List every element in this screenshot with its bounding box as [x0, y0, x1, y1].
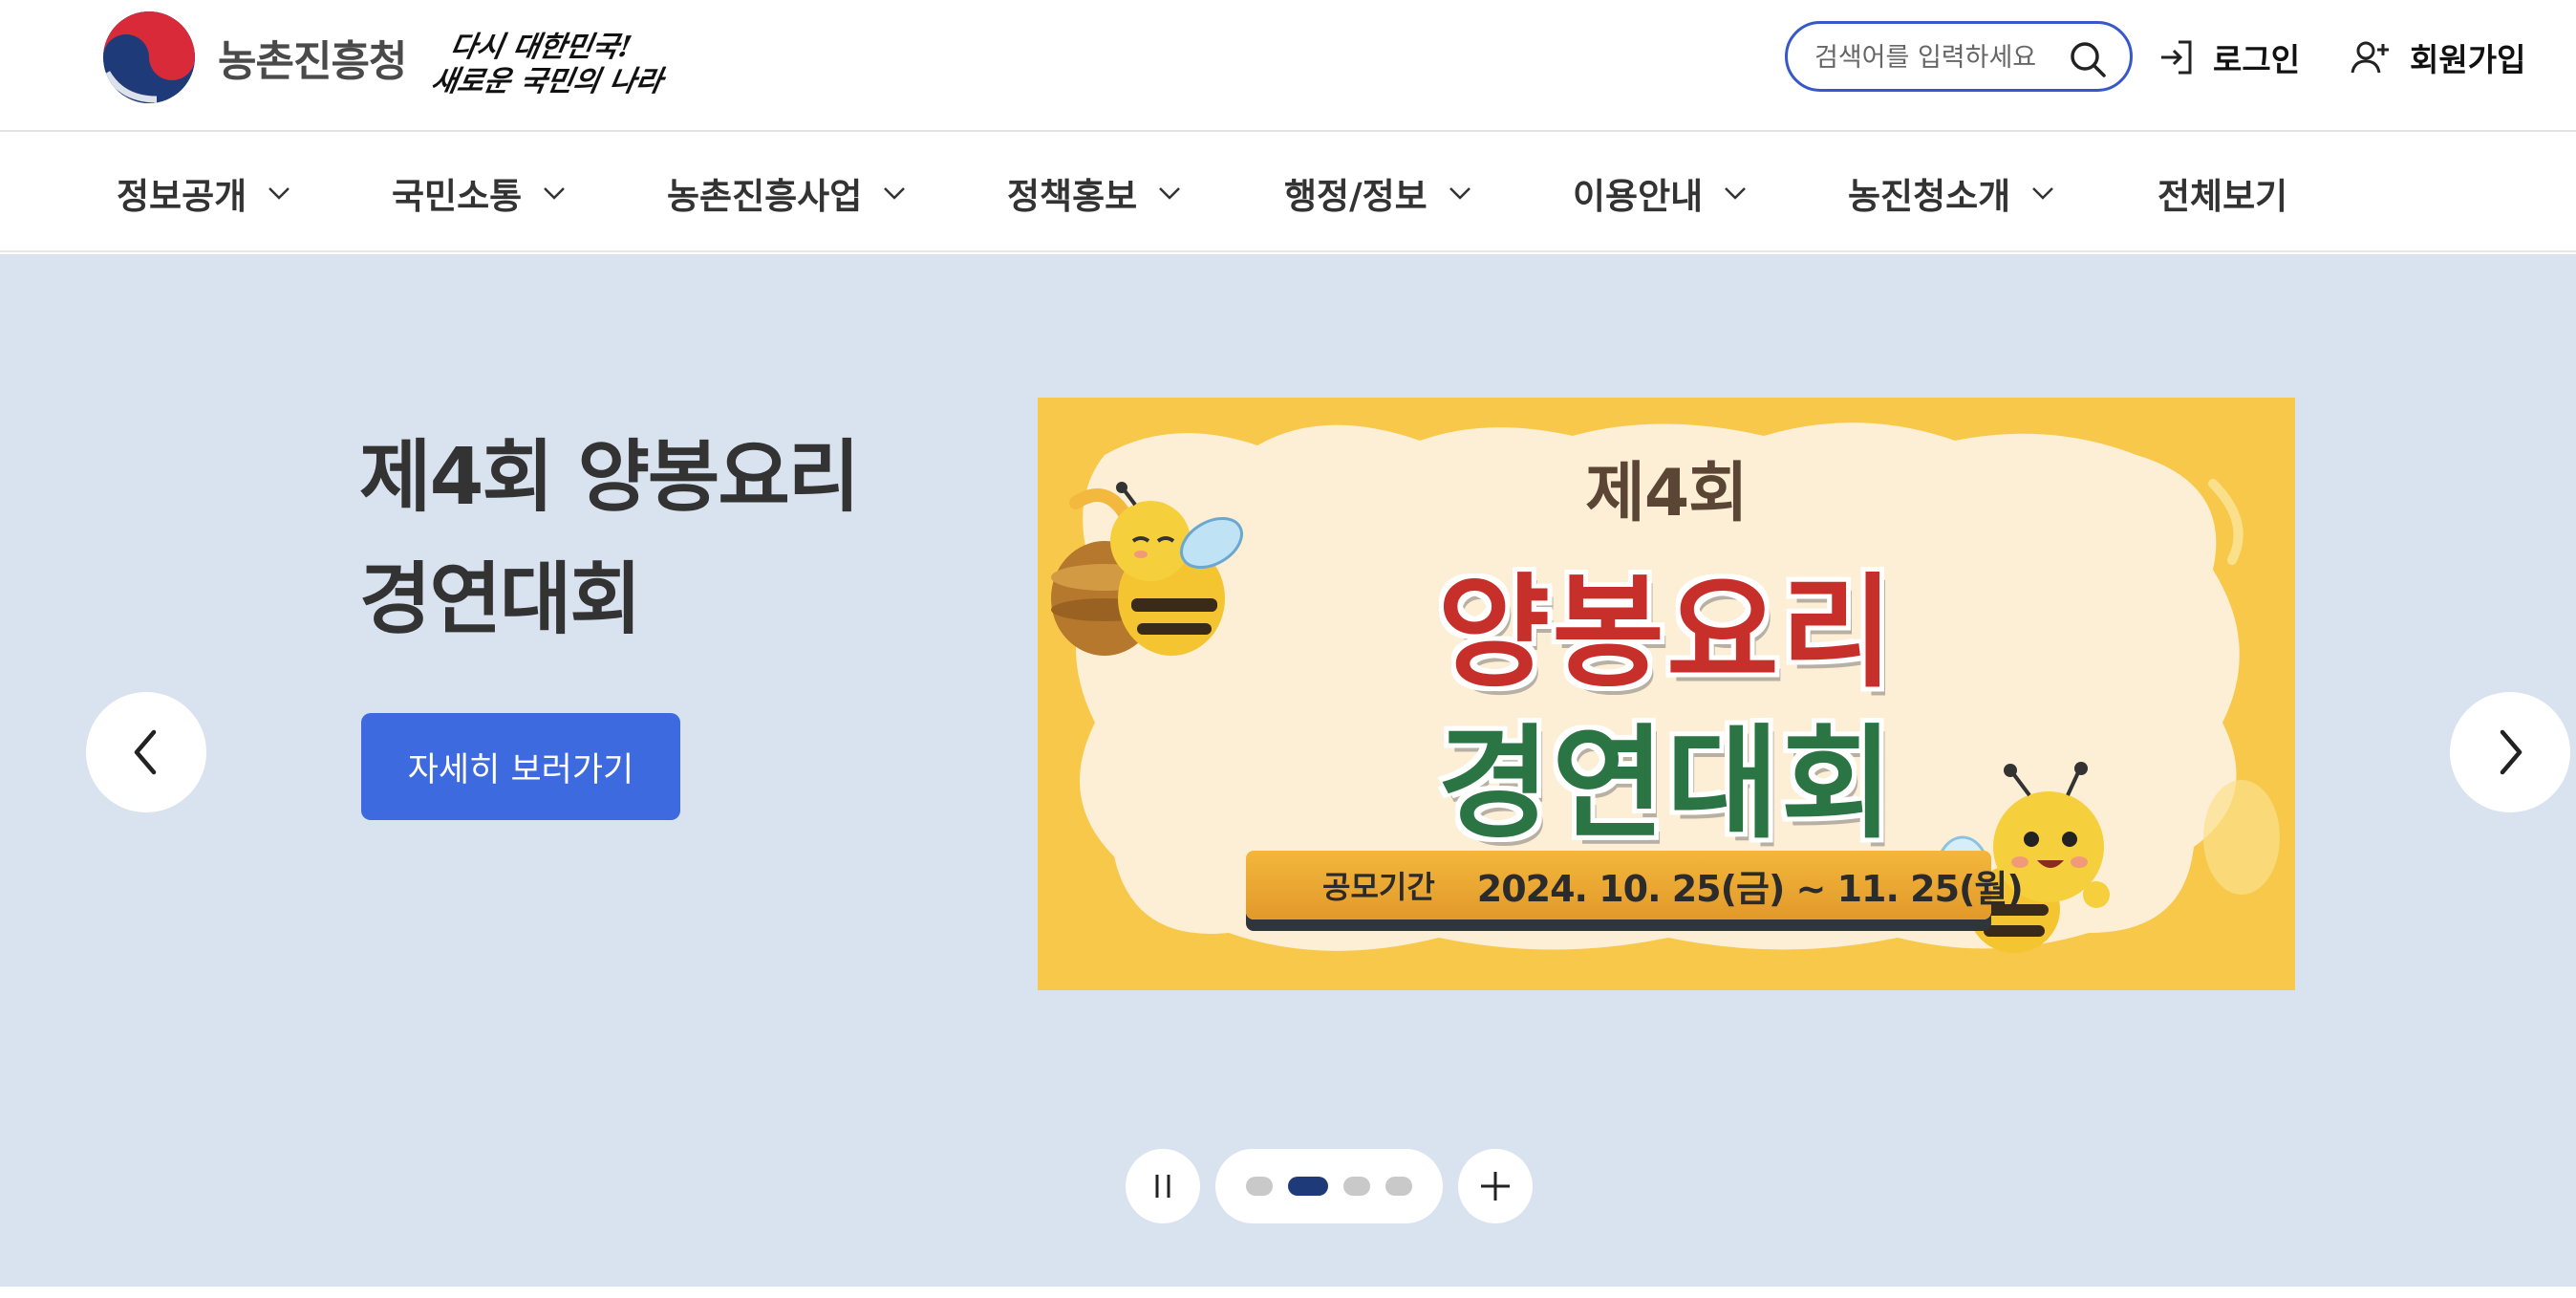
- detail-button[interactable]: 자세히 보러가기: [361, 713, 680, 820]
- slogan-line-2: 새로운 국민의 나라: [428, 65, 666, 98]
- nav-item-rda-projects[interactable]: 농촌진흥사업: [667, 168, 906, 218]
- chevron-down-icon: [544, 187, 566, 200]
- nav-item-communication[interactable]: 국민소통: [392, 168, 566, 218]
- event-banner-image[interactable]: 제4회 양봉요리 경연대회 공모기간 2024. 10. 25(금) ~ 11.…: [1038, 398, 2295, 990]
- nav-item-label: 행정/정보: [1284, 176, 1428, 217]
- next-slide-button[interactable]: [2450, 692, 2570, 812]
- chevron-down-icon: [1159, 187, 1181, 200]
- nav-item-label: 농진청소개: [1848, 176, 2011, 217]
- banner-round: 제4회: [1585, 456, 1748, 531]
- period-label: 공모기간: [1322, 869, 1435, 905]
- chevron-down-icon: [2032, 187, 2054, 200]
- slogan: 다시 대한민국! 새로운 국민의 나라: [428, 15, 665, 101]
- nav-item-label: 이용안내: [1573, 176, 1704, 217]
- nav-item-policy-pr[interactable]: 정책홍보: [1007, 168, 1181, 218]
- slide-dot-3[interactable]: [1343, 1177, 1370, 1196]
- chevron-down-icon: [268, 187, 290, 200]
- slide-dot-1[interactable]: [1246, 1177, 1273, 1196]
- period-dates: 2024. 10. 25(금) ~ 11. 25(월): [1476, 867, 2024, 910]
- chevron-down-icon: [1449, 187, 1470, 200]
- hero-title-line-1: 제4회 양봉요리: [359, 432, 860, 523]
- chevron-right-icon: [2500, 729, 2522, 775]
- slide-indicators: [1215, 1149, 1443, 1223]
- org-name: 농촌진흥청: [218, 37, 407, 86]
- nav-item-view-all[interactable]: 전체보기: [2157, 168, 2287, 218]
- slide-dot-4[interactable]: [1385, 1177, 1412, 1196]
- nav-item-usage-guide[interactable]: 이용안내: [1573, 168, 1747, 218]
- chevron-down-icon: [884, 187, 906, 200]
- nav-item-label: 국민소통: [392, 176, 523, 217]
- login-link[interactable]: 로그인: [2157, 32, 2300, 82]
- pause-button[interactable]: [1126, 1149, 1200, 1223]
- search-box: [1785, 21, 2133, 92]
- nav-item-label: 농촌진흥사업: [667, 176, 863, 217]
- home-logo[interactable]: 농촌진흥청: [103, 11, 407, 103]
- login-icon: [2161, 40, 2192, 75]
- prev-slide-button[interactable]: [86, 692, 206, 812]
- nav-item-label: 전체보기: [2157, 176, 2288, 217]
- banner-line-2: 경연대회: [1437, 713, 1896, 855]
- signup-link[interactable]: 회원가입: [2351, 32, 2525, 82]
- user-plus-icon: [2351, 41, 2389, 74]
- nav-item-label: 정보공개: [117, 176, 247, 217]
- more-button[interactable]: [1458, 1149, 1533, 1223]
- plus-icon: [1481, 1172, 1510, 1201]
- search-input[interactable]: [1814, 37, 2072, 77]
- chevron-down-icon: [1725, 187, 1747, 200]
- hero-title-line-2: 경연대회: [359, 554, 642, 645]
- period-bar: 공모기간 2024. 10. 25(금) ~ 11. 25(월): [1246, 851, 2024, 919]
- hero-carousel: 제4회 양봉요리 경연대회 자세히 보러가기 제4회 양봉요리 경연대회 공모기…: [0, 254, 2576, 1287]
- login-label: 로그인: [2213, 41, 2301, 78]
- nav-item-admin-info[interactable]: 행정/정보: [1284, 168, 1471, 218]
- search-icon[interactable]: [2069, 40, 2107, 78]
- chevron-left-icon: [134, 729, 157, 775]
- hero-title: 제4회 양봉요리 경연대회: [359, 417, 860, 661]
- main-nav: 정보공개 국민소통 농촌진흥사업 정책홍보 행정/정보 이용안내 농진청소개 전…: [0, 134, 2576, 252]
- nav-item-label: 정책홍보: [1007, 176, 1138, 217]
- nav-item-about-rda[interactable]: 농진청소개: [1848, 168, 2054, 218]
- site-header: 농촌진흥청 다시 대한민국! 새로운 국민의 나라 로그인 회원가입: [0, 0, 2576, 132]
- slide-dot-2-active[interactable]: [1288, 1177, 1328, 1196]
- pause-icon: [1155, 1175, 1170, 1198]
- taegeuk-emblem-icon: [103, 11, 195, 103]
- nav-item-info-disclosure[interactable]: 정보공개: [117, 168, 290, 218]
- signup-label: 회원가입: [2410, 41, 2526, 78]
